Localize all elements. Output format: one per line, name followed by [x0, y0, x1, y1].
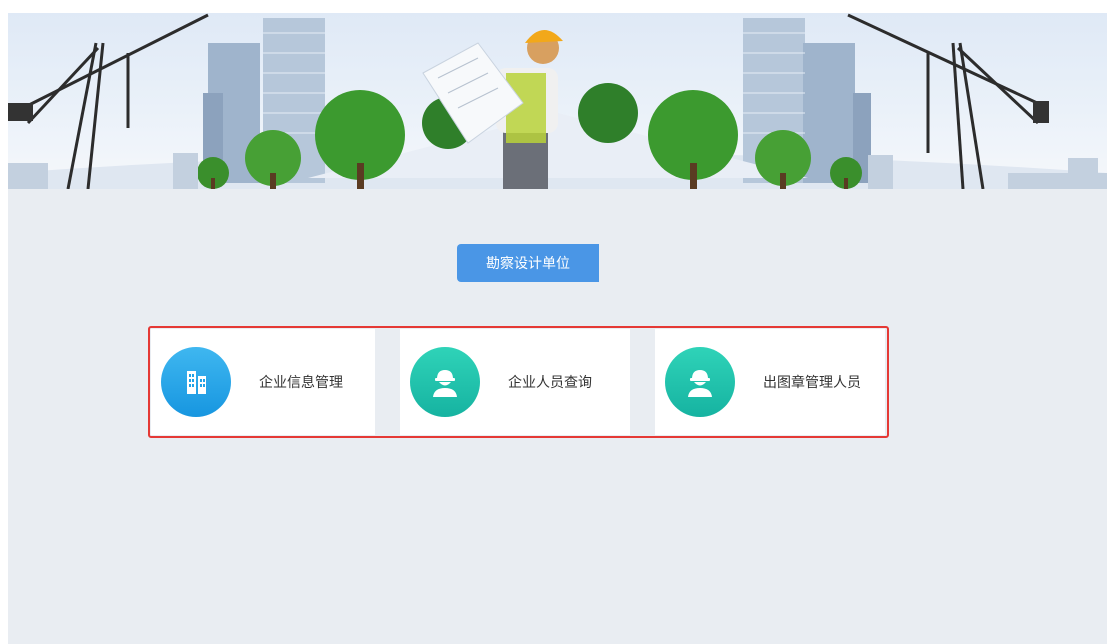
- section-title-button[interactable]: 勘察设计单位: [457, 244, 599, 282]
- header-banner: [8, 13, 1107, 189]
- page-frame: 勘察设计单位 企业信息管理 企业人员查询 出图章管理人员: [8, 13, 1107, 644]
- section-title-label: 勘察设计单位: [486, 256, 570, 272]
- highlight-outline: [148, 326, 889, 438]
- construction-banner-illustration: [8, 13, 1107, 189]
